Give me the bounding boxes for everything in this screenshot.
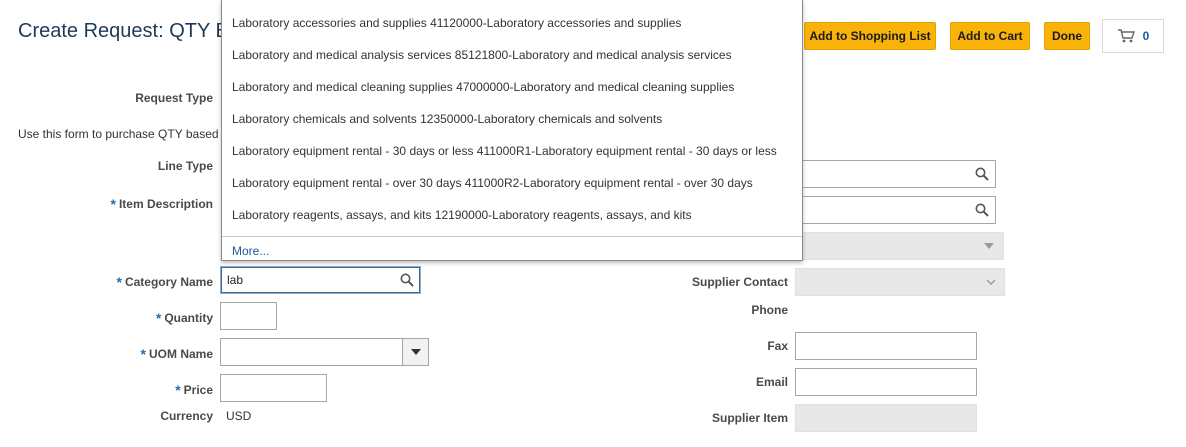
quantity-label-text: Quantity	[164, 311, 213, 325]
supplier-item-label: Supplier Item	[711, 411, 788, 425]
search-icon[interactable]	[975, 167, 989, 181]
chevron-down-icon	[410, 349, 421, 355]
dropdown-divider	[222, 236, 802, 237]
instructions-text: Use this form to purchase QTY based	[18, 127, 219, 141]
category-name-label-text: Category Name	[124, 275, 213, 289]
line-type-search-input[interactable]	[795, 160, 996, 188]
fax-label: Fax	[767, 339, 788, 353]
dropdown-option[interactable]: Laboratory chemicals and solvents 123500…	[232, 112, 662, 126]
email-field[interactable]	[795, 368, 977, 396]
required-marker: *	[140, 346, 146, 362]
cart-icon	[1117, 29, 1135, 43]
request-type-label: Request Type	[135, 91, 213, 105]
currency-value: USD	[226, 409, 252, 423]
chevron-down-icon	[986, 279, 996, 285]
uom-name-label: * UOM Name	[140, 345, 213, 362]
category-name-value: lab	[227, 273, 244, 287]
done-button[interactable]: Done	[1044, 22, 1090, 50]
price-label: * Price	[175, 381, 213, 398]
dropdown-option[interactable]: Laboratory equipment rental - over 30 da…	[232, 176, 753, 190]
price-label-text: Price	[183, 383, 213, 397]
item-description-label-text: Item Description	[118, 197, 213, 211]
cart-button[interactable]: 0	[1102, 19, 1164, 53]
item-description-label: * Item Description	[110, 195, 213, 212]
dropdown-more-link[interactable]: More...	[232, 244, 269, 258]
dropdown-option[interactable]: Laboratory accessories and supplies 4112…	[232, 16, 681, 30]
supplier-contact-label: Supplier Contact	[691, 275, 788, 289]
supplier-contact-select	[795, 268, 1005, 296]
search-icon[interactable]	[975, 203, 989, 217]
required-marker: *	[155, 310, 162, 326]
required-marker: *	[116, 274, 122, 290]
line-type-label: Line Type	[157, 159, 213, 173]
uom-dropdown-button[interactable]	[402, 339, 428, 365]
price-field[interactable]	[220, 374, 327, 402]
add-to-shopping-list-button[interactable]: Add to Shopping List	[804, 22, 936, 50]
quantity-field[interactable]	[220, 302, 277, 330]
dropdown-option[interactable]: Laboratory equipment rental - 30 days or…	[232, 144, 777, 158]
required-marker: *	[110, 196, 116, 212]
quantity-label: * Quantity	[155, 309, 213, 326]
supplier-item-field	[795, 404, 977, 432]
cart-count: 0	[1142, 29, 1150, 43]
page-title: Create Request: QTY B	[18, 20, 229, 42]
fax-field[interactable]	[795, 332, 977, 360]
uom-name-label-text: UOM Name	[148, 347, 213, 361]
dropdown-option[interactable]: Laboratory and medical analysis services…	[232, 48, 732, 62]
category-autocomplete-dropdown: Laboratory accessories and supplies 4112…	[221, 0, 803, 261]
phone-label: Phone	[751, 303, 788, 317]
chevron-down-icon	[984, 243, 994, 249]
category-name-label: * Category Name	[116, 273, 213, 290]
required-marker: *	[175, 382, 181, 398]
uom-name-select[interactable]	[220, 338, 429, 366]
email-label: Email	[755, 375, 788, 389]
add-to-cart-button[interactable]: Add to Cart	[950, 22, 1030, 50]
currency-label: Currency	[160, 409, 213, 423]
category-name-input[interactable]: lab	[220, 266, 421, 294]
item-description-search-input[interactable]	[795, 196, 996, 224]
dropdown-option[interactable]: Laboratory and medical cleaning supplies…	[232, 80, 734, 94]
disabled-select	[795, 232, 1004, 260]
dropdown-option[interactable]: Laboratory reagents, assays, and kits 12…	[232, 208, 692, 222]
search-icon[interactable]	[400, 273, 414, 287]
